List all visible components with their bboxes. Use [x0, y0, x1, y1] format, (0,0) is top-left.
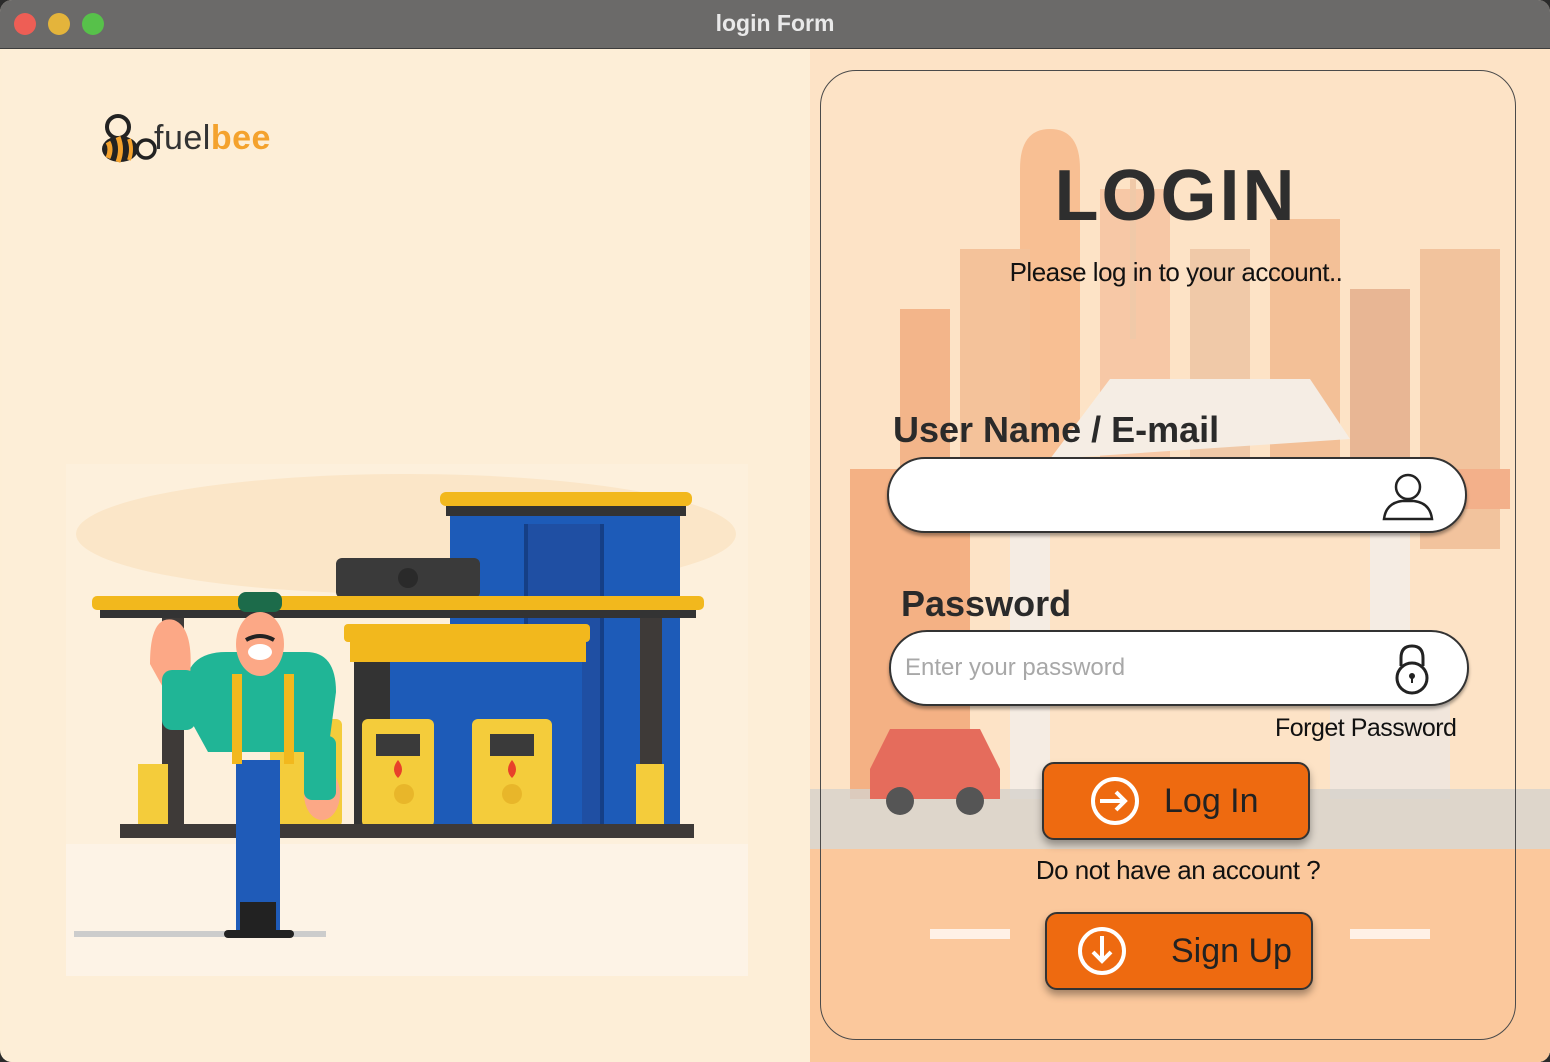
download-circle-icon [1078, 927, 1126, 975]
fuelbee-logo: fuelbee [98, 109, 288, 169]
title-bar: login Form [0, 0, 1550, 49]
login-heading: LOGIN [1054, 156, 1298, 236]
username-label: User Name / E-mail [893, 409, 1220, 450]
lock-icon [1395, 644, 1429, 695]
bee-icon [102, 114, 157, 163]
sign-in-icon [1091, 777, 1139, 825]
login-button-label: Log In [1164, 782, 1259, 820]
brand-name: fuelbee [154, 119, 271, 158]
left-panel: fuelbee [2, 49, 810, 1062]
password-label: Password [901, 583, 1072, 624]
password-field[interactable] [889, 630, 1469, 706]
password-input[interactable] [903, 638, 1377, 698]
login-button[interactable]: Log In [1042, 762, 1310, 840]
login-subtitle: Please log in to your account.. [1009, 257, 1343, 287]
user-icon [1382, 473, 1434, 521]
signup-button[interactable]: Sign Up [1045, 912, 1313, 990]
username-input[interactable] [901, 465, 1375, 525]
window-title: login Form [715, 10, 835, 36]
no-account-text: Do not have an account ? [1035, 855, 1321, 885]
login-window: login Form fuelbee LOGIN Please log in t… [0, 0, 1550, 1062]
brand-name-bee: bee [210, 119, 271, 157]
forget-password-link[interactable]: Forget Password [1275, 714, 1457, 743]
right-panel: LOGIN Please log in to your account.. Us… [810, 49, 1550, 1062]
username-field[interactable] [887, 457, 1467, 533]
gas-station-attendant-illustration [66, 464, 748, 976]
signup-button-label: Sign Up [1171, 932, 1292, 970]
login-card: LOGIN Please log in to your account.. Us… [820, 70, 1516, 1040]
brand-name-fuel: fuel [154, 119, 211, 157]
